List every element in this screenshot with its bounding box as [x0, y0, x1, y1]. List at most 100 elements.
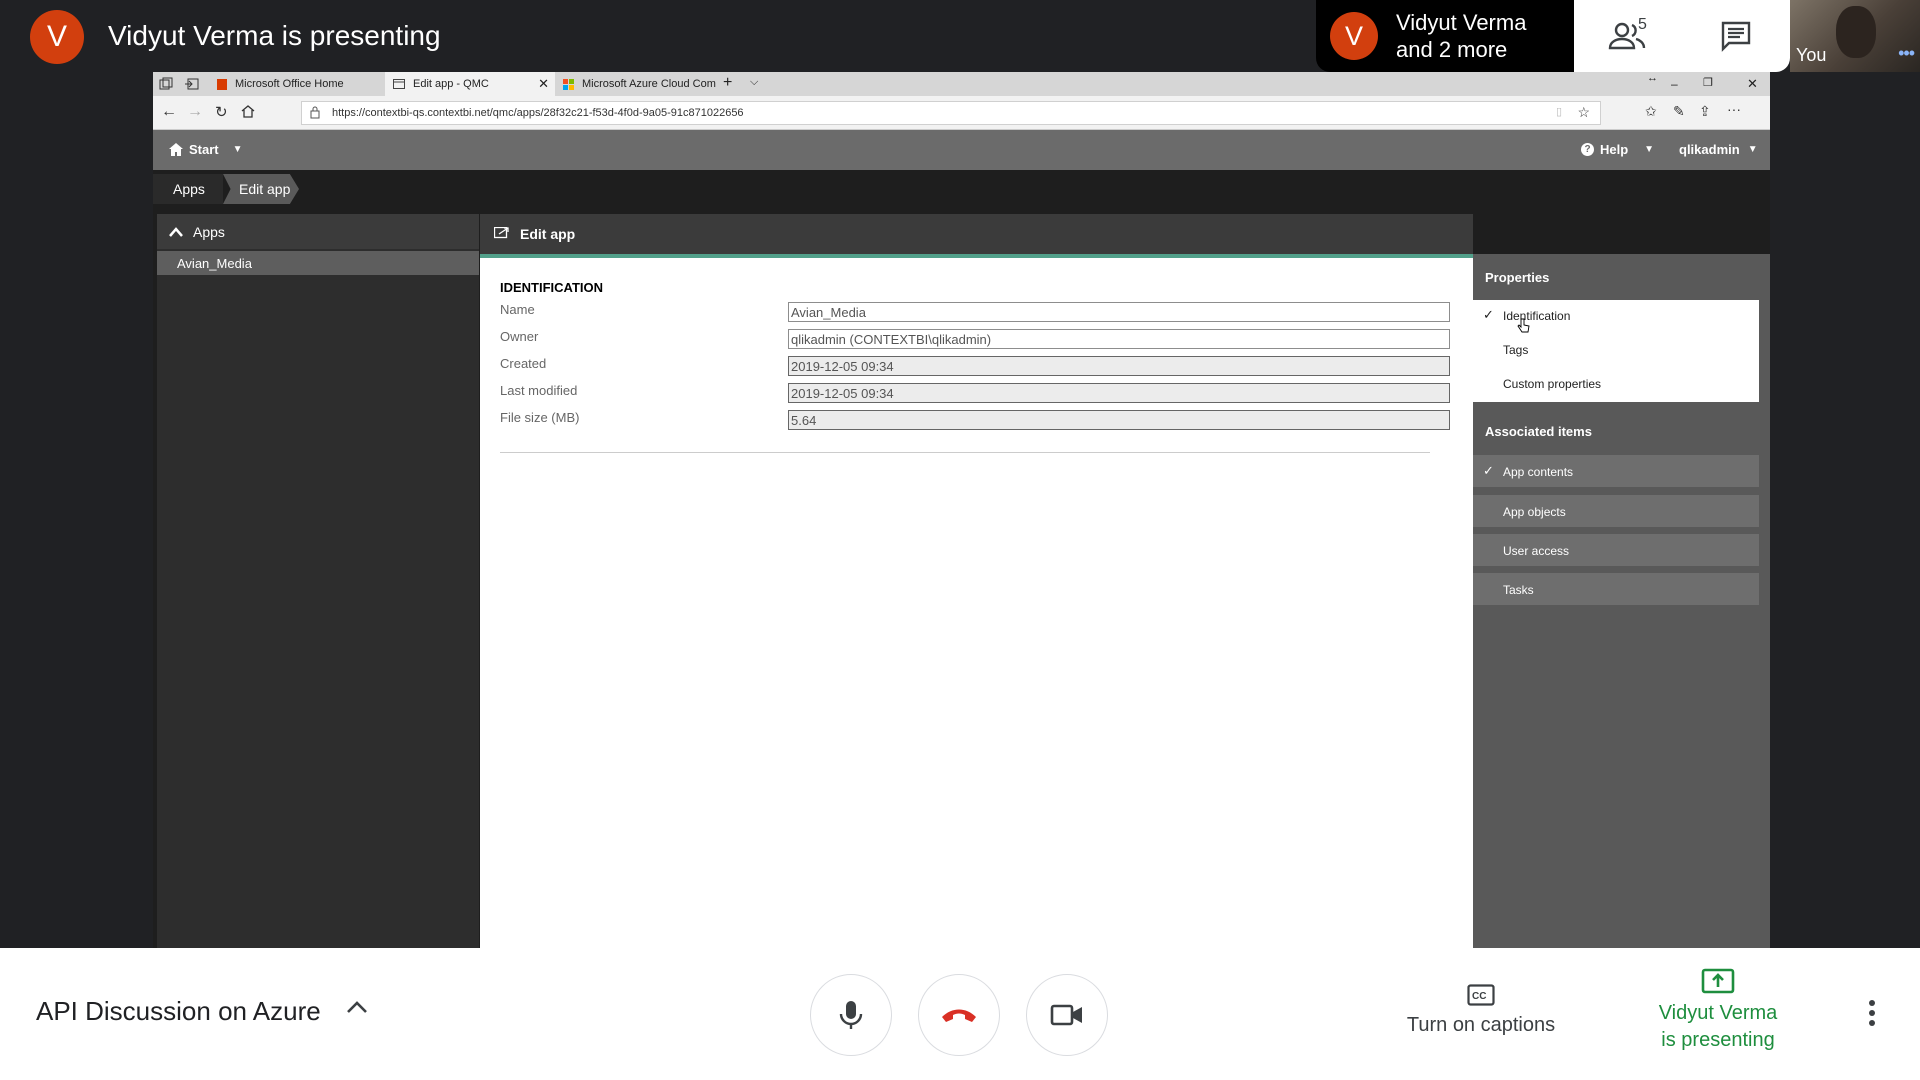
start-menu[interactable]: Start ▼ — [169, 142, 243, 157]
cursor-hand-icon — [1517, 318, 1530, 333]
new-tab-icon[interactable]: + — [723, 74, 732, 92]
associated-label: App contents — [1503, 465, 1574, 479]
close-tab-icon[interactable]: ✕ — [538, 76, 549, 92]
associated-label: User access — [1503, 544, 1570, 558]
tab-actions-icon[interactable] — [159, 77, 173, 91]
app-item-label: Avian_Media — [177, 255, 252, 271]
user-menu[interactable]: qlikadmin ▼ — [1679, 142, 1758, 157]
window-close-icon[interactable]: ✕ — [1747, 76, 1758, 92]
microphone-button[interactable] — [810, 974, 892, 1056]
associated-user-access[interactable]: User access — [1473, 534, 1759, 566]
tab-office-home[interactable]: Microsoft Office Home — [209, 72, 385, 96]
home-icon[interactable] — [241, 104, 255, 118]
edit-app-title: Edit app — [520, 226, 576, 242]
breadcrumb-edit-app[interactable]: Edit app — [223, 174, 299, 204]
participant-avatar: V — [1330, 12, 1378, 60]
breadcrumb-apps[interactable]: Apps — [153, 174, 223, 204]
resize-icon[interactable]: ↔ — [1647, 72, 1658, 84]
check-icon: ✓ — [1483, 463, 1494, 478]
owner-field[interactable]: qlikadmin (CONTEXTBI\qlikadmin) — [788, 329, 1450, 349]
check-icon: ✓ — [1483, 307, 1494, 322]
pen-icon[interactable]: ✎ — [1673, 103, 1685, 120]
meeting-details-chevron-icon[interactable] — [346, 1000, 368, 1014]
help-menu[interactable]: ? Help ▼ — [1581, 142, 1654, 157]
apps-header[interactable]: Apps — [157, 214, 479, 249]
section-title: IDENTIFICATION — [500, 280, 604, 295]
restore-icon[interactable]: ❐ — [1703, 76, 1713, 89]
home-icon — [169, 143, 183, 156]
presenting-button[interactable]: Vidyut Verma is presenting — [1636, 968, 1800, 1054]
participants-summary: Vidyut Verma and 2 more — [1396, 9, 1526, 63]
self-view[interactable]: You ••• — [1790, 0, 1920, 72]
camera-button[interactable] — [1026, 974, 1108, 1056]
more-dots-icon[interactable]: ••• — [1898, 43, 1915, 64]
associated-tasks[interactable]: Tasks — [1473, 573, 1759, 605]
more-icon[interactable]: ··· — [1727, 101, 1741, 117]
help-label: Help — [1600, 142, 1629, 157]
chevron-up-icon — [169, 226, 183, 237]
edit-app-icon — [494, 227, 509, 239]
apps-header-label: Apps — [193, 223, 225, 240]
presenter-avatar: V — [30, 10, 84, 64]
field-row-last-modified: Last modified 2019-12-05 09:34 — [500, 383, 1450, 405]
presenting-line2: is presenting — [1661, 1029, 1775, 1051]
tab-azure[interactable]: Microsoft Azure Cloud Com — [555, 72, 725, 96]
caret-down-icon: ▼ — [1747, 144, 1758, 155]
participants-tile[interactable]: V Vidyut Verma and 2 more — [1316, 0, 1574, 72]
tab-label: Microsoft Azure Cloud Com — [582, 78, 716, 90]
associated-app-objects[interactable]: App objects — [1473, 495, 1759, 527]
tab-label: Edit app - QMC — [413, 78, 489, 90]
browser-tab-bar: Microsoft Office Home Edit app - QMC ✕ M… — [153, 72, 1770, 96]
edit-app-form: IDENTIFICATION Name Avian_Media Owner ql… — [480, 258, 1473, 948]
field-row-created: Created 2019-12-05 09:34 — [500, 356, 1450, 378]
right-panel: Properties ✓ Identification Tags Custom … — [1473, 254, 1770, 948]
property-identification[interactable]: Identification — [1503, 309, 1570, 323]
set-aside-tabs-icon[interactable] — [185, 77, 199, 91]
svg-text:CC: CC — [1472, 991, 1486, 1002]
property-custom-properties[interactable]: Custom properties — [1503, 377, 1601, 391]
field-label: Name — [500, 302, 535, 317]
leave-call-button[interactable] — [918, 974, 1000, 1056]
app-list-item[interactable]: Avian_Media — [157, 251, 479, 275]
microsoft-icon — [563, 78, 574, 90]
property-tags[interactable]: Tags — [1503, 343, 1528, 357]
refresh-icon[interactable]: ↻ — [215, 103, 228, 121]
associated-label: App objects — [1503, 505, 1566, 519]
people-button[interactable]: 5 — [1574, 0, 1682, 72]
shared-screen: Microsoft Office Home Edit app - QMC ✕ M… — [153, 72, 1770, 948]
address-bar: ← → ↻ https://contextbi-qs.contextbi.net… — [153, 96, 1770, 130]
self-label: You — [1796, 45, 1827, 65]
created-field: 2019-12-05 09:34 — [788, 356, 1450, 376]
forward-icon[interactable]: → — [187, 103, 203, 121]
presenting-line1: Vidyut Verma — [1658, 1002, 1778, 1024]
more-options-icon[interactable] — [1868, 1000, 1876, 1026]
caret-down-icon: ▼ — [232, 144, 243, 155]
associated-items-title: Associated items — [1485, 424, 1592, 439]
favorites-icon[interactable]: ✩ — [1645, 103, 1657, 120]
start-label: Start — [189, 142, 219, 157]
microphone-icon — [839, 1001, 863, 1029]
edit-app-header: Edit app — [480, 214, 1473, 254]
reading-view-icon[interactable]: ▯ — [1556, 105, 1562, 118]
name-field[interactable]: Avian_Media — [788, 302, 1450, 322]
present-screen-icon — [1701, 968, 1735, 994]
tab-list-chevron-icon[interactable]: ⌵ — [750, 76, 758, 89]
share-icon[interactable]: ⇪ — [1699, 103, 1711, 120]
last-modified-field: 2019-12-05 09:34 — [788, 383, 1450, 403]
breadcrumb-label: Apps — [173, 181, 205, 197]
breadcrumb-label: Edit app — [239, 181, 291, 197]
minimize-icon[interactable]: – — [1671, 77, 1678, 91]
tab-edit-app[interactable]: Edit app - QMC ✕ — [385, 72, 555, 96]
associated-app-contents[interactable]: ✓ App contents — [1473, 455, 1759, 487]
field-label: Last modified — [500, 383, 578, 398]
url-field[interactable]: https://contextbi-qs.contextbi.net/qmc/a… — [301, 101, 1601, 125]
chat-button[interactable] — [1682, 0, 1790, 72]
file-size-field: 5.64 — [788, 410, 1450, 430]
field-row-owner: Owner qlikadmin (CONTEXTBI\qlikadmin) — [500, 329, 1450, 351]
back-icon[interactable]: ← — [161, 103, 177, 121]
properties-title: Properties — [1485, 270, 1550, 285]
captions-button[interactable]: CC Turn on captions — [1396, 984, 1566, 1039]
favorite-star-icon[interactable]: ☆ — [1577, 104, 1590, 121]
associated-label: Tasks — [1503, 583, 1534, 597]
caret-down-icon: ▼ — [1644, 144, 1655, 155]
